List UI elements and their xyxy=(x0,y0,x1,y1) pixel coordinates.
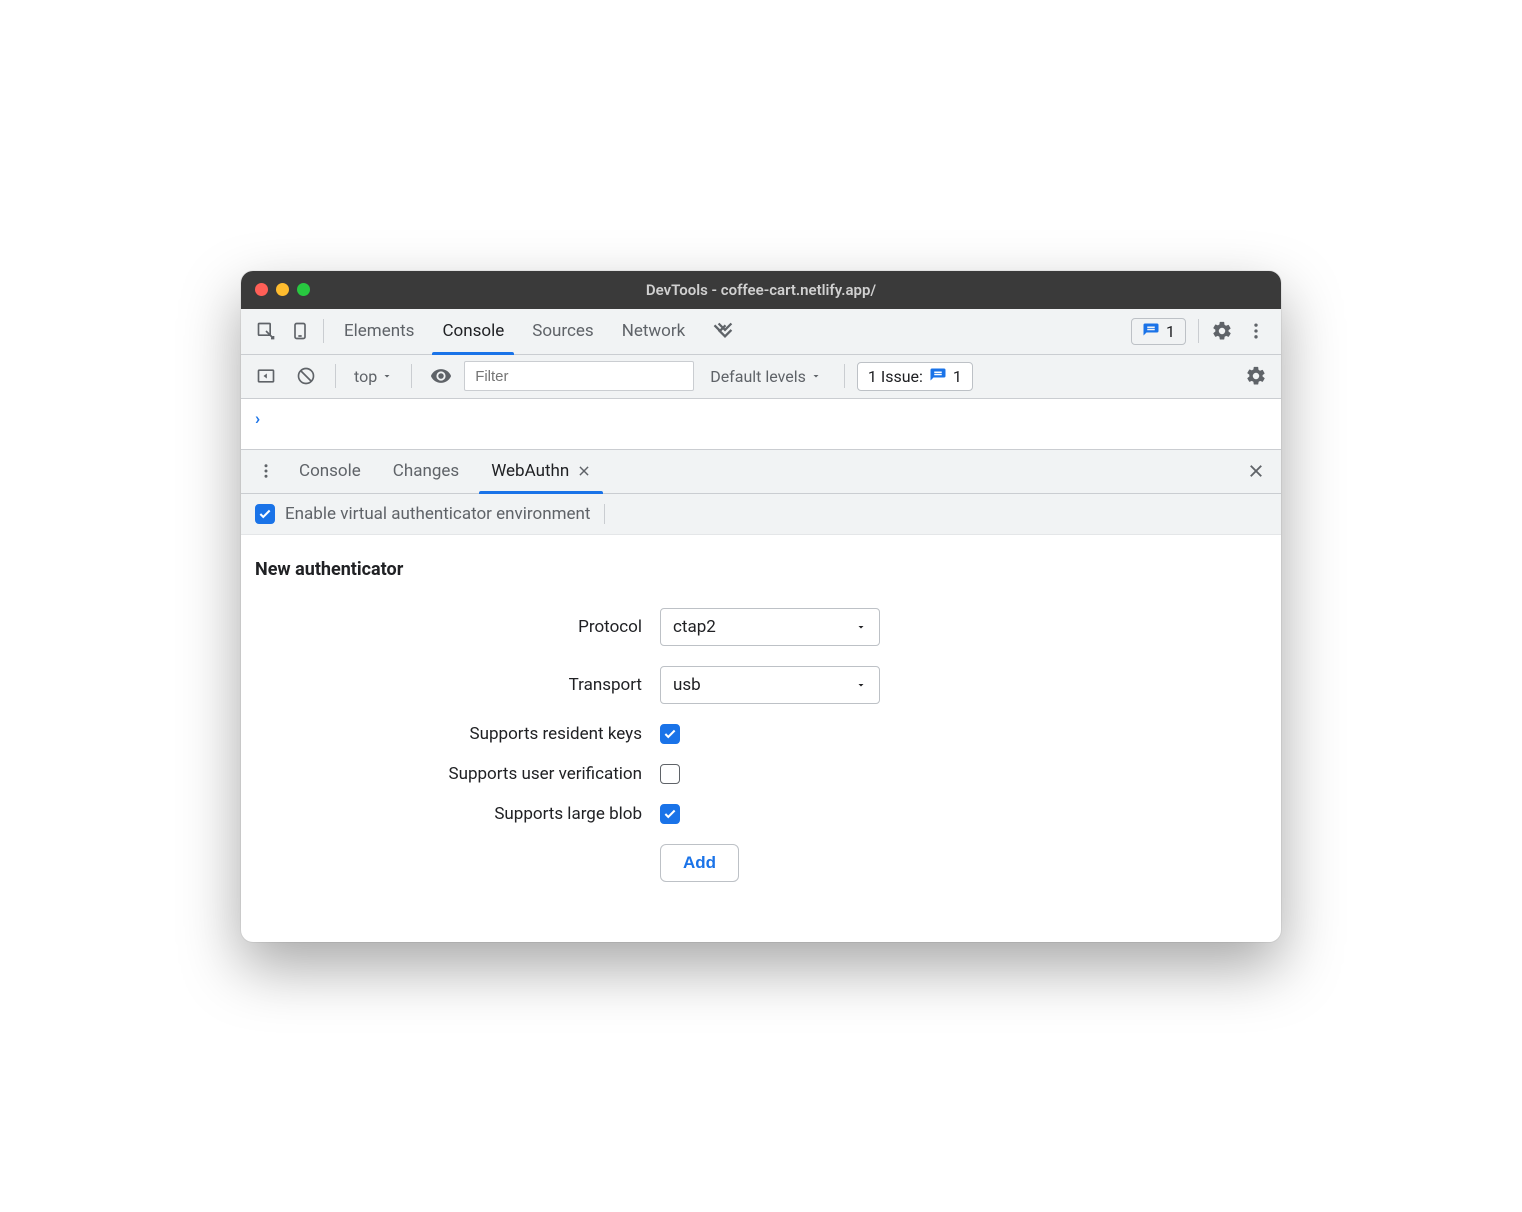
issues-label: 1 Issue: xyxy=(868,367,923,386)
tab-console[interactable]: Console xyxy=(428,308,518,354)
clear-console-icon[interactable] xyxy=(289,359,323,393)
transport-label: Transport xyxy=(255,675,660,695)
close-tab-icon[interactable] xyxy=(577,464,591,478)
console-prompt-icon[interactable]: › xyxy=(255,409,260,429)
drawer-tab-console[interactable]: Console xyxy=(283,449,377,493)
issues-badge[interactable]: 1 xyxy=(1131,318,1186,345)
dropdown-icon xyxy=(855,679,867,691)
live-expression-icon[interactable] xyxy=(424,359,458,393)
enable-virtual-authenticator-checkbox[interactable] xyxy=(255,504,275,524)
devtools-window: DevTools - coffee-cart.netlify.app/ Elem… xyxy=(241,271,1281,942)
filter-input[interactable] xyxy=(464,361,694,391)
minimize-window-button[interactable] xyxy=(276,283,289,296)
issues-button[interactable]: 1 Issue: 1 xyxy=(857,362,973,391)
drawer-tab-changes[interactable]: Changes xyxy=(377,449,475,493)
divider xyxy=(411,364,412,388)
protocol-label: Protocol xyxy=(255,617,660,637)
webauthn-panel: New authenticator Protocol ctap2 Transpo… xyxy=(241,535,1281,942)
issues-count: 1 xyxy=(1166,322,1175,341)
tab-elements[interactable]: Elements xyxy=(330,308,428,354)
more-tabs-icon[interactable] xyxy=(699,318,746,345)
dropdown-icon xyxy=(855,621,867,633)
issue-icon xyxy=(929,367,947,385)
console-sidebar-toggle-icon[interactable] xyxy=(249,359,283,393)
device-toolbar-icon[interactable] xyxy=(283,314,317,348)
large-blob-label: Supports large blob xyxy=(255,804,660,824)
tab-network[interactable]: Network xyxy=(608,308,700,354)
user-verification-checkbox[interactable] xyxy=(660,764,680,784)
enable-bar: Enable virtual authenticator environment xyxy=(241,494,1281,535)
resident-keys-label: Supports resident keys xyxy=(255,724,660,744)
context-label: top xyxy=(354,367,377,386)
enable-label: Enable virtual authenticator environment xyxy=(285,504,590,524)
console-settings-icon[interactable] xyxy=(1239,359,1273,393)
maximize-window-button[interactable] xyxy=(297,283,310,296)
protocol-select[interactable]: ctap2 xyxy=(660,608,880,646)
titlebar: DevTools - coffee-cart.netlify.app/ xyxy=(241,271,1281,309)
divider xyxy=(844,364,845,388)
section-title: New authenticator xyxy=(255,559,1267,580)
window-title: DevTools - coffee-cart.netlify.app/ xyxy=(241,281,1281,299)
console-toolbar: top Default levels 1 Issue: 1 xyxy=(241,355,1281,399)
close-window-button[interactable] xyxy=(255,283,268,296)
main-tab-bar: Elements Console Sources Network 1 xyxy=(241,309,1281,355)
drawer-tab-webauthn[interactable]: WebAuthn xyxy=(475,449,607,493)
console-body: › xyxy=(241,399,1281,450)
dropdown-icon xyxy=(810,370,822,382)
dropdown-icon xyxy=(381,370,393,382)
log-levels-label: Default levels xyxy=(710,367,806,386)
drawer-tab-bar: Console Changes WebAuthn xyxy=(241,450,1281,494)
settings-icon[interactable] xyxy=(1205,314,1239,348)
more-options-icon[interactable] xyxy=(1239,314,1273,348)
divider xyxy=(335,364,336,388)
protocol-value: ctap2 xyxy=(673,617,716,637)
divider xyxy=(1198,319,1199,343)
user-verification-label: Supports user verification xyxy=(255,764,660,784)
transport-select[interactable]: usb xyxy=(660,666,880,704)
inspect-icon[interactable] xyxy=(249,314,283,348)
drawer-more-icon[interactable] xyxy=(249,454,283,488)
traffic-lights xyxy=(255,283,310,296)
large-blob-checkbox[interactable] xyxy=(660,804,680,824)
tab-sources[interactable]: Sources xyxy=(518,308,607,354)
close-drawer-icon[interactable] xyxy=(1239,462,1273,480)
issues-count: 1 xyxy=(953,367,962,386)
drawer-tab-label: WebAuthn xyxy=(491,461,569,481)
add-button[interactable]: Add xyxy=(660,844,739,882)
divider xyxy=(323,319,324,343)
resident-keys-checkbox[interactable] xyxy=(660,724,680,744)
log-levels-selector[interactable]: Default levels xyxy=(700,367,832,386)
transport-value: usb xyxy=(673,675,701,695)
context-selector[interactable]: top xyxy=(348,367,399,386)
